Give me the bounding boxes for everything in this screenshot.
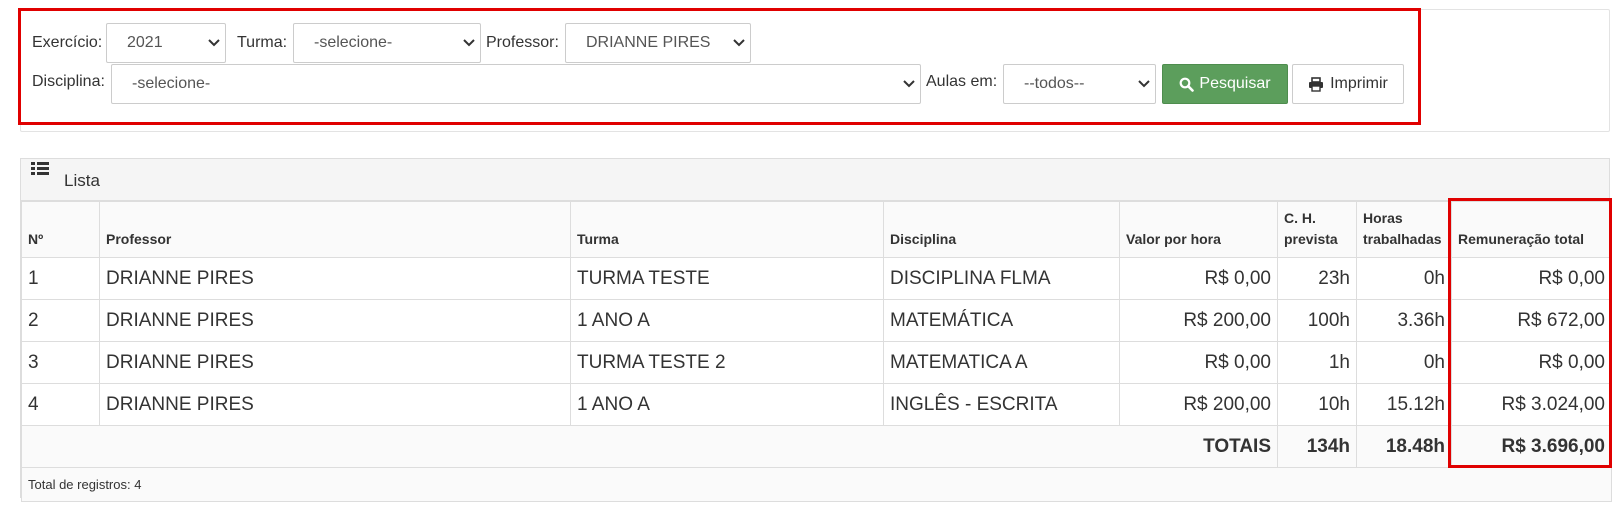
cell-professor: DRIANNE PIRES bbox=[99, 299, 571, 342]
chevron-down-icon bbox=[458, 39, 480, 47]
turma-value: -selecione- bbox=[314, 34, 393, 51]
cell-professor: DRIANNE PIRES bbox=[99, 383, 571, 426]
col-header-numero[interactable]: Nº bbox=[21, 201, 100, 258]
cell-valor-hora: R$ 200,00 bbox=[1119, 299, 1278, 342]
aulas-value: --todos-- bbox=[1024, 75, 1085, 92]
table-row: 2 DRIANNE PIRES 1 ANO A MATEMÁTICA R$ 20… bbox=[21, 299, 1612, 342]
table-row: 3 DRIANNE PIRES TURMA TESTE 2 MATEMATICA… bbox=[21, 341, 1612, 384]
total-horas-trabalhadas: 18.48h bbox=[1356, 425, 1452, 468]
cell-numero: 1 bbox=[21, 257, 100, 300]
col-header-professor[interactable]: Professor bbox=[99, 201, 571, 258]
aulas-label: Aulas em: bbox=[926, 73, 998, 90]
col-header-turma[interactable]: Turma bbox=[570, 201, 884, 258]
cell-numero: 2 bbox=[21, 299, 100, 342]
cell-professor: DRIANNE PIRES bbox=[99, 257, 571, 300]
chevron-down-icon bbox=[203, 39, 225, 47]
professor-label: Professor: bbox=[486, 34, 559, 51]
cell-ch-prevista: 10h bbox=[1277, 383, 1357, 426]
cell-professor: DRIANNE PIRES bbox=[99, 341, 571, 384]
cell-remuneracao: R$ 672,00 bbox=[1451, 299, 1612, 342]
cell-turma: TURMA TESTE 2 bbox=[570, 341, 884, 384]
cell-numero: 3 bbox=[21, 341, 100, 384]
turma-select[interactable]: -selecione- bbox=[293, 23, 481, 63]
disciplina-select[interactable]: -selecione- bbox=[111, 64, 921, 104]
cell-horas-trabalhadas: 15.12h bbox=[1356, 383, 1452, 426]
table-row: 1 DRIANNE PIRES TURMA TESTE DISCIPLINA F… bbox=[21, 257, 1612, 300]
list-title: Lista bbox=[64, 171, 100, 190]
table-row: 4 DRIANNE PIRES 1 ANO A INGLÊS - ESCRITA… bbox=[21, 383, 1612, 426]
chevron-down-icon bbox=[1133, 80, 1155, 88]
cell-turma: 1 ANO A bbox=[570, 383, 884, 426]
table-footer: Total de registros: 4 bbox=[21, 467, 1612, 502]
cell-disciplina: INGLÊS - ESCRITA bbox=[883, 383, 1120, 426]
col-header-remuneracao[interactable]: Remuneração total bbox=[1451, 201, 1612, 258]
cell-ch-prevista: 100h bbox=[1277, 299, 1357, 342]
disciplina-value: -selecione- bbox=[132, 75, 211, 92]
aulas-select[interactable]: --todos-- bbox=[1003, 64, 1156, 104]
search-icon bbox=[1179, 77, 1195, 92]
total-records: Total de registros: 4 bbox=[21, 467, 1612, 502]
col-header-valor-hora[interactable]: Valor por hora bbox=[1119, 201, 1278, 258]
cell-horas-trabalhadas: 0h bbox=[1356, 341, 1452, 384]
list-panel: Lista Nº Professor Turma Disciplina Valo… bbox=[20, 158, 1612, 502]
cell-turma: TURMA TESTE bbox=[570, 257, 884, 300]
exercicio-label: Exercício: bbox=[32, 34, 103, 51]
cell-turma: 1 ANO A bbox=[570, 299, 884, 342]
col-header-disciplina[interactable]: Disciplina bbox=[883, 201, 1120, 258]
chevron-down-icon bbox=[728, 39, 750, 47]
cell-ch-prevista: 1h bbox=[1277, 341, 1357, 384]
exercicio-select[interactable]: 2021 bbox=[106, 23, 226, 63]
list-icon bbox=[31, 161, 49, 182]
table-header-row: Nº Professor Turma Disciplina Valor por … bbox=[21, 201, 1612, 258]
cell-horas-trabalhadas: 3.36h bbox=[1356, 299, 1452, 342]
cell-disciplina: MATEMATICA A bbox=[883, 341, 1120, 384]
cell-remuneracao: R$ 0,00 bbox=[1451, 341, 1612, 384]
results-table: Nº Professor Turma Disciplina Valor por … bbox=[21, 201, 1612, 502]
cell-disciplina: MATEMÁTICA bbox=[883, 299, 1120, 342]
cell-ch-prevista: 23h bbox=[1277, 257, 1357, 300]
cell-remuneracao: R$ 0,00 bbox=[1451, 257, 1612, 300]
list-heading: Lista bbox=[21, 159, 1609, 201]
chevron-down-icon bbox=[898, 80, 920, 88]
col-header-horas-trabalhadas[interactable]: Horas trabalhadas bbox=[1356, 201, 1452, 258]
disciplina-label: Disciplina: bbox=[32, 73, 105, 90]
print-button-label: Imprimir bbox=[1330, 75, 1388, 92]
total-remuneracao: R$ 3.696,00 bbox=[1451, 425, 1612, 468]
search-button-label: Pesquisar bbox=[1199, 75, 1271, 92]
search-button[interactable]: Pesquisar bbox=[1162, 64, 1288, 104]
print-icon bbox=[1308, 76, 1324, 92]
totals-label: TOTAIS bbox=[21, 425, 1278, 468]
cell-numero: 4 bbox=[21, 383, 100, 426]
cell-valor-hora: R$ 0,00 bbox=[1119, 257, 1278, 300]
totals-row: TOTAIS 134h 18.48h R$ 3.696,00 bbox=[21, 425, 1612, 468]
cell-valor-hora: R$ 200,00 bbox=[1119, 383, 1278, 426]
cell-horas-trabalhadas: 0h bbox=[1356, 257, 1452, 300]
exercicio-value: 2021 bbox=[127, 34, 163, 51]
professor-select[interactable]: DRIANNE PIRES bbox=[565, 23, 751, 63]
print-button[interactable]: Imprimir bbox=[1292, 64, 1404, 104]
cell-disciplina: DISCIPLINA FLMA bbox=[883, 257, 1120, 300]
cell-remuneracao: R$ 3.024,00 bbox=[1451, 383, 1612, 426]
total-ch-prevista: 134h bbox=[1277, 425, 1357, 468]
turma-label: Turma: bbox=[237, 34, 288, 51]
col-header-ch-prevista[interactable]: C. H. prevista bbox=[1277, 201, 1357, 258]
professor-value: DRIANNE PIRES bbox=[586, 34, 711, 51]
cell-valor-hora: R$ 0,00 bbox=[1119, 341, 1278, 384]
